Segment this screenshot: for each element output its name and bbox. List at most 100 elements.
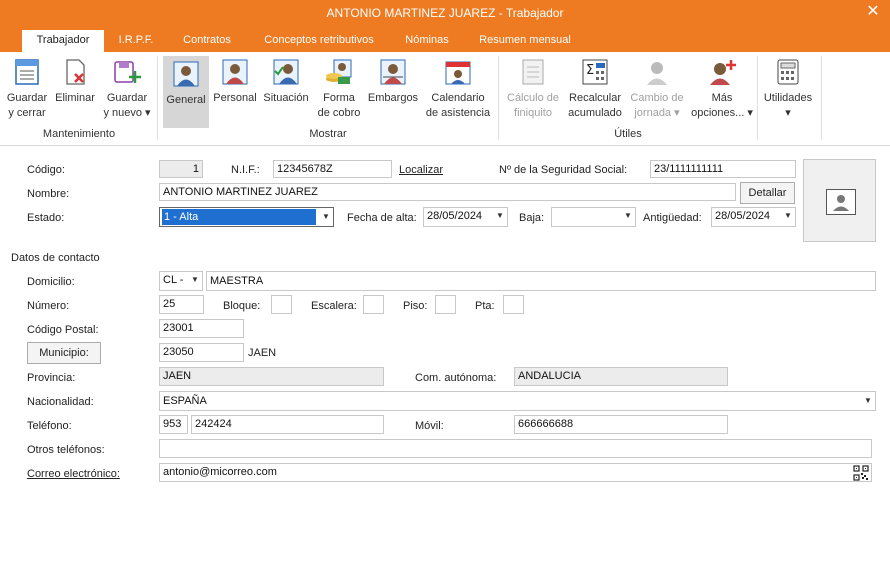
cp-label: Código Postal:	[27, 324, 99, 336]
chevron-down-icon[interactable]: ▼	[781, 208, 795, 224]
fecha-alta-value: 28/05/2024	[427, 210, 483, 222]
nombre-label: Nombre:	[27, 188, 70, 200]
photo-box[interactable]	[803, 159, 876, 242]
pta-field[interactable]	[503, 295, 524, 314]
save-close-label-2: y cerrar	[8, 107, 46, 119]
fecha-alta-field[interactable]: 28/05/2024 ▼	[423, 207, 508, 227]
codigo-label: Código:	[27, 164, 65, 176]
bloque-field[interactable]	[271, 295, 292, 314]
save-new-icon	[114, 61, 141, 83]
situacion-button[interactable]: Situación	[261, 57, 311, 106]
tab-resumen[interactable]: Resumen mensual	[470, 30, 580, 52]
baja-field[interactable]: ▼	[551, 207, 636, 227]
numero-field[interactable]: 25	[159, 295, 204, 314]
domicilio-label: Domicilio:	[27, 276, 75, 288]
delete-label: Eliminar	[55, 92, 95, 104]
antiguedad-field[interactable]: 28/05/2024 ▼	[711, 207, 796, 227]
tab-contratos[interactable]: Contratos	[172, 30, 242, 52]
calendar-icon	[445, 61, 471, 85]
escalera-label: Escalera:	[311, 300, 357, 312]
correo-field[interactable]: antonio@micorreo.com	[159, 463, 872, 482]
group-separator	[157, 56, 158, 140]
nacionalidad-select[interactable]: ESPAÑA ▼	[159, 391, 876, 411]
qr-code-icon[interactable]	[853, 465, 869, 481]
calendario-button[interactable]: Calendario de asistencia	[424, 57, 492, 121]
estado-select[interactable]: 1 - Alta ▼	[159, 207, 334, 227]
chevron-down-icon[interactable]: ▼	[621, 208, 635, 224]
cambio-jornada-icon	[647, 62, 667, 85]
forma-cobro-label-2: de cobro	[317, 107, 361, 119]
embargos-icon	[380, 59, 406, 85]
pta-label: Pta:	[475, 300, 495, 312]
more-options-button[interactable]: Más opciones... ▾	[689, 57, 755, 121]
tel-prefijo-field[interactable]: 953	[159, 415, 188, 434]
nss-field[interactable]: 23/1111111111	[650, 160, 796, 178]
cambio-jornada-button[interactable]: Cambio de jornada ▾	[627, 57, 687, 121]
domicilio-field[interactable]: MAESTRA	[206, 271, 876, 291]
tab-conceptos[interactable]: Conceptos retributivos	[252, 30, 386, 52]
bloque-label: Bloque:	[223, 300, 261, 312]
money-icon	[326, 59, 352, 84]
close-icon[interactable]: ✕	[864, 3, 882, 21]
delete-button[interactable]: Eliminar	[52, 57, 98, 106]
nacionalidad-label: Nacionalidad:	[27, 396, 94, 408]
telefono-field[interactable]: 242424	[191, 415, 384, 434]
municipio-button[interactable]: Municipio:	[27, 342, 101, 364]
general-button[interactable]: General	[163, 56, 209, 128]
escalera-field[interactable]	[363, 295, 384, 314]
ribbon: Guardar y cerrar Eliminar Guardar y nuev…	[0, 52, 890, 146]
embargos-button[interactable]: Embargos	[366, 57, 420, 106]
save-new-label-1: Guardar	[106, 92, 148, 104]
save-close-button[interactable]: Guardar y cerrar	[4, 57, 50, 121]
localizar-link[interactable]: Localizar	[399, 164, 443, 176]
nombre-field[interactable]: ANTONIO MARTINEZ JUAREZ	[159, 183, 736, 201]
via-value: CL -	[163, 274, 184, 286]
delete-icon	[66, 59, 85, 85]
utilities-icon	[777, 59, 799, 85]
codigo-field[interactable]: 1	[159, 160, 203, 178]
recalcular-label-1: Recalcular	[569, 92, 621, 104]
save-new-button[interactable]: Guardar y nuevo ▾	[102, 57, 152, 121]
tab-nominas[interactable]: Nóminas	[396, 30, 458, 52]
via-select[interactable]: CL - ▼	[159, 271, 203, 291]
finiquito-label-1: Cálculo de	[507, 92, 559, 104]
numero-label: Número:	[27, 300, 70, 312]
tab-trabajador[interactable]: Trabajador	[22, 30, 104, 52]
otros-telefonos-field[interactable]	[159, 439, 872, 458]
more-options-label-2: opciones... ▾	[691, 107, 753, 119]
provincia-label: Provincia:	[27, 372, 76, 384]
chevron-down-icon: ▼	[861, 392, 875, 410]
municipio-code-field[interactable]: 23050	[159, 343, 244, 362]
general-icon	[173, 61, 199, 87]
tab-irpf[interactable]: I.R.P.F.	[112, 30, 160, 52]
antiguedad-value: 28/05/2024	[715, 210, 771, 222]
group-separator	[498, 56, 499, 140]
contacto-heading: Datos de contacto	[11, 252, 100, 264]
nss-label: Nº de la Seguridad Social:	[499, 164, 628, 176]
more-options-label-1: Más	[711, 92, 733, 104]
svg-text:Σ: Σ	[586, 63, 594, 78]
comunidad-field: ANDALUCIA	[514, 367, 728, 386]
calendario-label-2: de asistencia	[425, 107, 491, 119]
correo-value: antonio@micorreo.com	[163, 466, 277, 478]
embargos-label: Embargos	[367, 92, 419, 104]
recalcular-button[interactable]: Σ Recalcular acumulado	[565, 57, 625, 121]
utilidades-button[interactable]: Utilidades ▾	[760, 57, 816, 121]
detallar-button[interactable]: Detallar	[740, 182, 795, 204]
nif-field[interactable]: 12345678Z	[273, 160, 392, 178]
municipio-name: JAEN	[248, 347, 277, 359]
person-placeholder-icon	[826, 189, 856, 215]
utilidades-label-1: Utilidades	[763, 92, 813, 104]
correo-link[interactable]: Correo electrónico:	[27, 468, 120, 480]
finiquito-button[interactable]: Cálculo de finiquito	[503, 57, 563, 121]
piso-label: Piso:	[403, 300, 428, 312]
recalcular-label-2: acumulado	[568, 107, 622, 119]
chevron-down-icon[interactable]: ▼	[493, 208, 507, 224]
movil-field[interactable]: 666666688	[514, 415, 728, 434]
forma-cobro-button[interactable]: Forma de cobro	[315, 57, 363, 121]
cambio-jornada-label-2: jornada ▾	[634, 107, 680, 119]
cp-field[interactable]: 23001	[159, 319, 244, 338]
personal-button[interactable]: Personal	[211, 57, 259, 106]
piso-field[interactable]	[435, 295, 456, 314]
more-options-icon	[710, 60, 736, 85]
